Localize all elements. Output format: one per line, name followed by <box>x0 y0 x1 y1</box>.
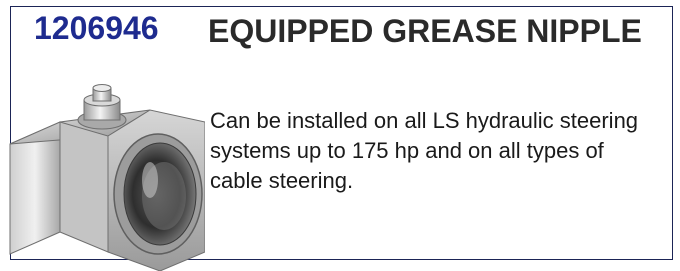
product-title: EQUIPPED GREASE NIPPLE <box>208 13 642 49</box>
grease-nipple-image <box>9 84 205 271</box>
product-description: Can be installed on all LS hydraulic ste… <box>210 108 639 193</box>
part-number: 1206946 <box>34 10 159 46</box>
product-card-page: 1206946 EQUIPPED GREASE NIPPLE Can be in… <box>0 0 680 271</box>
